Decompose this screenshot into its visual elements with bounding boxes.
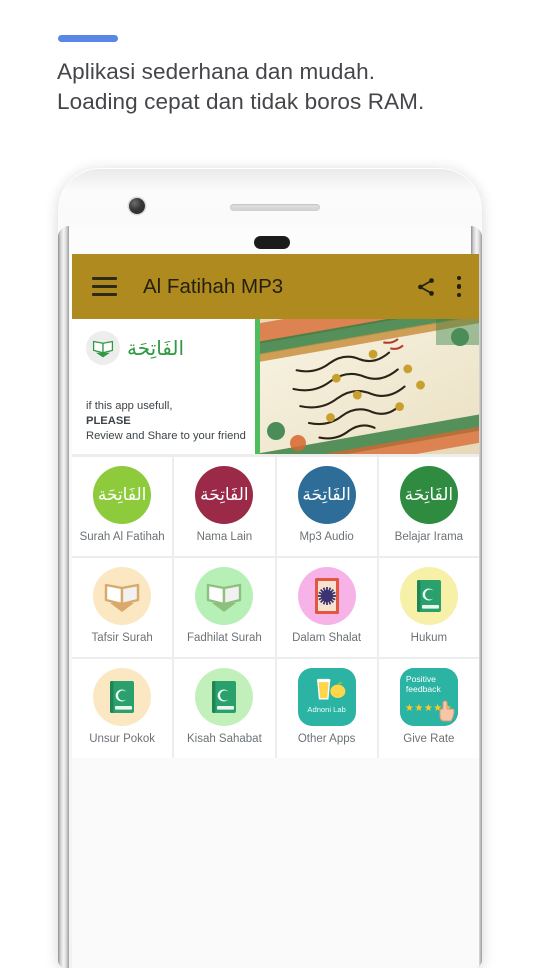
tile-arabic-text: الفَاتِحَة (97, 484, 147, 505)
arabic-badge-icon: الفَاتِحَة (399, 466, 458, 524)
proximity-sensor-icon (254, 236, 290, 249)
menu-tile[interactable]: Adnoni Lab Other Apps (276, 659, 377, 758)
tile-arabic-text: الفَاتِحَة (302, 484, 351, 505)
menu-tile-label: Tafsir Surah (91, 632, 153, 644)
arabic-badge-icon: الفَاتِحَة (297, 466, 356, 524)
menu-tile-label: Belajar Irama (394, 531, 464, 543)
menu-tile[interactable]: الفَاتِحَة Belajar Irama (378, 457, 479, 556)
menu-grid: الفَاتِحَة Surah Al Fatihah الفَاتِحَة Nama… (72, 455, 479, 758)
menu-tile-label: Dalam Shalat (292, 632, 362, 644)
menu-tile-label: Kisah Sahabat (186, 733, 262, 745)
quran-rehal-icon (86, 331, 120, 365)
promo-banner: الفَاتِحَة if this app usefull, PLEASE R… (72, 319, 479, 455)
menu-tile[interactable]: الفَاتِحَة Mp3 Audio (276, 457, 377, 556)
menu-tile-label: Nama Lain (196, 531, 253, 543)
earpiece-speaker-icon (230, 204, 320, 211)
app-bar-actions (415, 275, 461, 298)
banner-message: if this app usefull, PLEASE Review and S… (86, 399, 247, 444)
banner-brand: الفَاتِحَة (86, 331, 245, 365)
menu-tile[interactable]: Hukum (378, 558, 479, 657)
green-book-icon (93, 668, 152, 726)
banner-line-1: if this app usefull, (86, 400, 173, 412)
menu-tile[interactable]: الفَاتِحَة Nama Lain (174, 457, 275, 556)
menu-tile-label: Other Apps (297, 733, 356, 745)
quran-rehal-icon (93, 567, 152, 625)
phone-mockup: Al Fatihah MP3 الفَاتِحَة if this app us… (58, 168, 482, 968)
menu-tile[interactable]: Fadhilat Surah (174, 558, 275, 657)
tile-arabic-text: الفَاتِحَة (404, 484, 454, 505)
menu-tile-label: Hukum (410, 632, 448, 644)
menu-tile[interactable]: Positivefeedback ★★★★★ Give Rate (378, 659, 479, 758)
app-screen: Al Fatihah MP3 الفَاتِحَة if this app us… (72, 254, 479, 968)
tile-arabic-text: الفَاتِحَة (200, 484, 249, 505)
hamburger-menu-icon[interactable] (92, 277, 117, 296)
green-book-icon (399, 567, 458, 625)
menu-tile[interactable]: Kisah Sahabat (174, 659, 275, 758)
green-book-icon (195, 668, 254, 726)
quran-rehal-icon (195, 567, 254, 625)
menu-tile-label: Unsur Pokok (89, 733, 156, 745)
menu-tile[interactable]: الفَاتِحَة Surah Al Fatihah (72, 457, 173, 556)
review-share-card[interactable]: الفَاتِحَة if this app usefull, PLEASE R… (72, 319, 255, 454)
quran-page-photo[interactable] (260, 319, 479, 454)
page-title: Al Fatihah MP3 (143, 274, 284, 298)
menu-tile[interactable]: Dalam Shalat (276, 558, 377, 657)
menu-tile[interactable]: Unsur Pokok (72, 659, 173, 758)
prayer-rug-icon (297, 567, 356, 625)
arabic-badge-icon: الفَاتِحَة (195, 466, 254, 524)
front-camera-icon (129, 198, 145, 214)
banner-line-2: PLEASE (86, 415, 131, 427)
adnoni-lab-icon: Adnoni Lab (297, 668, 356, 726)
app-bar: Al Fatihah MP3 (72, 254, 479, 319)
screen-empty-area (72, 758, 479, 968)
banner-arabic-title: الفَاتِحَة (127, 336, 185, 360)
phone-top-bezel (58, 168, 482, 228)
accent-bar (58, 35, 118, 42)
phone-left-rail (58, 226, 69, 968)
promo-headline: Aplikasi sederhana dan mudah. Loading ce… (57, 59, 425, 114)
share-icon[interactable] (415, 276, 437, 298)
menu-tile-label: Give Rate (403, 733, 455, 745)
positive-feedback-icon: Positivefeedback ★★★★★ (399, 668, 458, 726)
arabic-badge-icon: الفَاتِحَة (93, 466, 152, 524)
more-vertical-icon[interactable] (456, 275, 461, 298)
banner-line-3: Review and Share to your friend (86, 430, 246, 442)
menu-tile-label: Mp3 Audio (299, 531, 354, 543)
menu-tile-label: Surah Al Fatihah (79, 531, 165, 543)
menu-tile[interactable]: Tafsir Surah (72, 558, 173, 657)
menu-tile-label: Fadhilat Surah (186, 632, 262, 644)
